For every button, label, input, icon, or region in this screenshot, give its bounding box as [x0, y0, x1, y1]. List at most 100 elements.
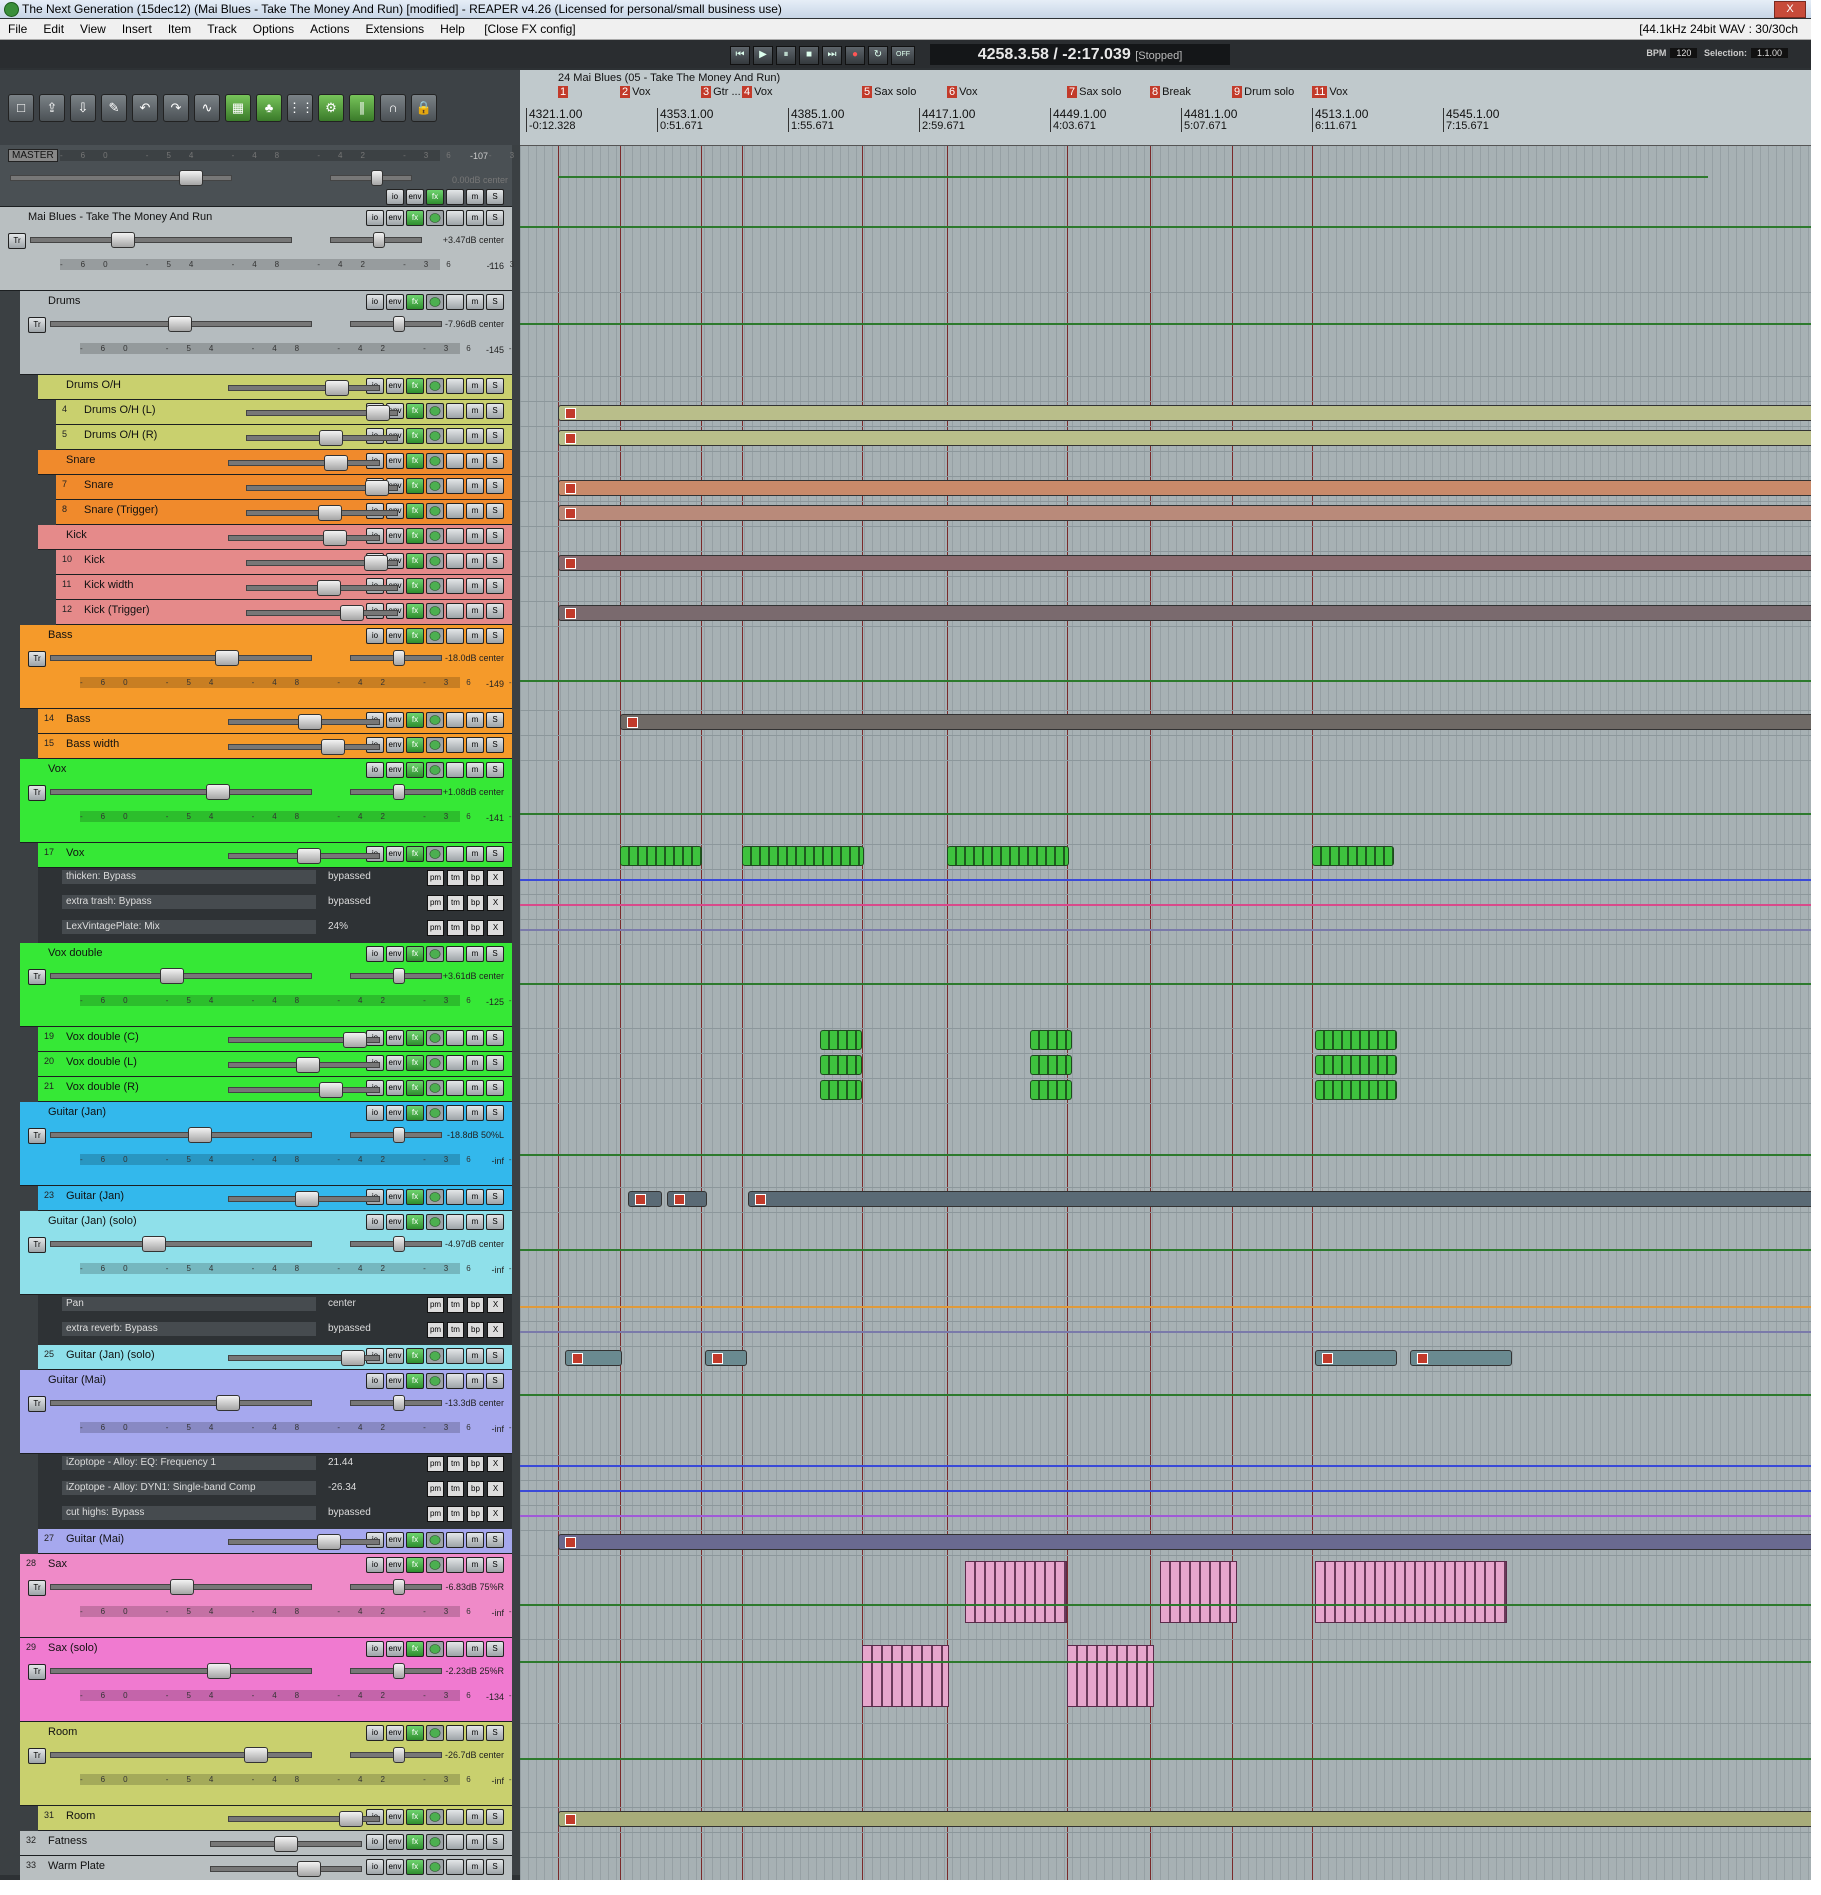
track-8-rec-arm-button[interactable] — [426, 503, 444, 519]
track-14-solo-button[interactable]: S — [486, 712, 504, 728]
track-27[interactable]: Guitar (Jan) (solo) io env fx m S -4.97dB cent… — [20, 1211, 877, 1295]
trim-button[interactable]: Tr — [28, 785, 46, 801]
pan-slider[interactable] — [350, 784, 442, 800]
volume-knob[interactable] — [364, 555, 388, 571]
volume-envelope[interactable] — [520, 1661, 1812, 1663]
track-14-phase-button[interactable] — [446, 712, 464, 728]
track-10-rec-arm-button[interactable] — [426, 553, 444, 569]
menu-edit[interactable]: Edit — [35, 19, 72, 39]
track-10-fx-button[interactable]: fx — [406, 553, 424, 569]
track-41-mute-button[interactable]: m — [466, 1859, 484, 1875]
track-lane[interactable] — [520, 1639, 1812, 1724]
media-item[interactable] — [558, 405, 1812, 421]
track-2-solo-button[interactable]: S — [486, 294, 504, 310]
fx-envelope-row[interactable]: thicken: Bypass bypassed pm tm bp X — [38, 868, 512, 894]
track-10[interactable]: 10KickioenvfxmS — [56, 550, 512, 575]
track-36-io-button[interactable]: io — [366, 1557, 384, 1573]
volume-knob[interactable] — [215, 650, 239, 666]
track-9[interactable]: KickioenvfxmS — [38, 525, 512, 550]
track-40-io-button[interactable]: io — [366, 1834, 384, 1850]
track-16-rec-arm-button[interactable] — [426, 762, 444, 778]
track-30-phase-button[interactable] — [446, 1348, 464, 1364]
track-31-mute-button[interactable]: m — [466, 1373, 484, 1389]
track-name[interactable]: Guitar (Mai) — [66, 1533, 124, 1545]
track-lane[interactable] — [520, 1505, 1812, 1531]
pan-knob[interactable] — [393, 1395, 405, 1411]
track-39-phase-button[interactable] — [446, 1809, 464, 1825]
track-lane[interactable] — [520, 1832, 1812, 1858]
track-lane[interactable] — [520, 1296, 1812, 1322]
track-lanes[interactable] — [520, 146, 1812, 1880]
track-37-mute-button[interactable]: m — [466, 1641, 484, 1657]
pan-slider[interactable] — [350, 316, 442, 332]
volume-slider[interactable] — [228, 530, 380, 546]
fx-envelope-row[interactable]: extra trash: Bypass bypassed pm tm bp X — [38, 893, 512, 919]
volume-knob[interactable] — [168, 316, 192, 332]
track-39-rec-arm-button[interactable] — [426, 1809, 444, 1825]
track-22-mute-button[interactable]: m — [466, 1030, 484, 1046]
envelope-tm-button[interactable]: tm — [447, 1456, 464, 1472]
ripple-icon[interactable]: ⚙ — [318, 94, 344, 122]
volume-slider[interactable] — [228, 848, 380, 864]
track-1-mute-button[interactable]: m — [466, 210, 484, 226]
track-27-phase-button[interactable] — [446, 1214, 464, 1230]
volume-knob[interactable] — [160, 968, 184, 984]
volume-slider[interactable] — [228, 1057, 380, 1073]
track-3-solo-button[interactable]: S — [486, 378, 504, 394]
pan-knob[interactable] — [393, 1747, 405, 1763]
volume-knob[interactable] — [142, 1236, 166, 1252]
track-name[interactable]: Bass width — [66, 738, 119, 750]
track-21-rec-arm-button[interactable] — [426, 946, 444, 962]
track-40-env-button[interactable]: env — [386, 1834, 404, 1850]
track-5-solo-button[interactable]: S — [486, 428, 504, 444]
volume-knob[interactable] — [274, 1836, 298, 1852]
snap-icon[interactable]: ⋮⋮ — [287, 94, 314, 122]
envelope-pm-button[interactable]: pm — [427, 920, 444, 936]
track-30-env-button[interactable]: env — [386, 1348, 404, 1364]
volume-slider[interactable] — [228, 1082, 380, 1098]
vocal-double-cluster[interactable] — [1315, 1030, 1397, 1050]
trim-button[interactable]: Tr — [28, 1128, 46, 1144]
track-lane[interactable] — [520, 1187, 1812, 1213]
pan-knob[interactable] — [393, 1236, 405, 1252]
volume-slider[interactable] — [228, 1032, 380, 1048]
media-item[interactable] — [748, 1191, 1812, 1207]
envelope-bp-button[interactable]: bp — [467, 870, 484, 886]
track-7-phase-button[interactable] — [446, 478, 464, 494]
track-10-phase-button[interactable] — [446, 553, 464, 569]
track-name[interactable]: Kick width — [84, 579, 134, 591]
volume-slider[interactable] — [50, 1579, 312, 1595]
new-icon[interactable]: □ — [8, 94, 34, 122]
marker-7[interactable]: 7 Sax solo — [1067, 86, 1121, 98]
track-2-phase-button[interactable] — [446, 294, 464, 310]
envelope-x-button[interactable]: X — [487, 920, 504, 936]
volume-knob[interactable] — [295, 1191, 319, 1207]
trim-button[interactable]: Tr — [28, 651, 46, 667]
volume-slider[interactable] — [228, 1811, 380, 1827]
sax-item-cluster[interactable] — [1160, 1561, 1237, 1623]
volume-knob[interactable] — [366, 405, 390, 421]
track-13-phase-button[interactable] — [446, 628, 464, 644]
track-37-solo-button[interactable]: S — [486, 1641, 504, 1657]
track-lane[interactable] — [520, 1857, 1812, 1880]
fx-envelope-row[interactable]: iZoptope - Alloy: DYN1: Single-band Comp… — [38, 1479, 512, 1505]
track-24-solo-button[interactable]: S — [486, 1080, 504, 1096]
volume-envelope[interactable] — [520, 1758, 1812, 1760]
volume-knob[interactable] — [341, 1350, 365, 1366]
master-pan-knob[interactable] — [371, 170, 383, 186]
envelope-tm-button[interactable]: tm — [447, 895, 464, 911]
volume-knob[interactable] — [343, 1032, 367, 1048]
track-36-solo-button[interactable]: S — [486, 1557, 504, 1573]
volume-slider[interactable] — [50, 316, 312, 332]
media-item[interactable] — [565, 1350, 622, 1366]
media-item[interactable] — [1410, 1350, 1512, 1366]
master-mute-button[interactable]: m — [466, 189, 484, 205]
volume-envelope[interactable] — [520, 1249, 1812, 1251]
track-4-fx-button[interactable]: fx — [406, 403, 424, 419]
track-9-solo-button[interactable]: S — [486, 528, 504, 544]
menu-view[interactable]: View — [72, 19, 114, 39]
trim-button[interactable]: Tr — [28, 969, 46, 985]
play-button[interactable]: ▶ — [753, 46, 773, 65]
track-name[interactable]: Kick — [84, 554, 105, 566]
media-item[interactable] — [558, 1534, 1812, 1550]
